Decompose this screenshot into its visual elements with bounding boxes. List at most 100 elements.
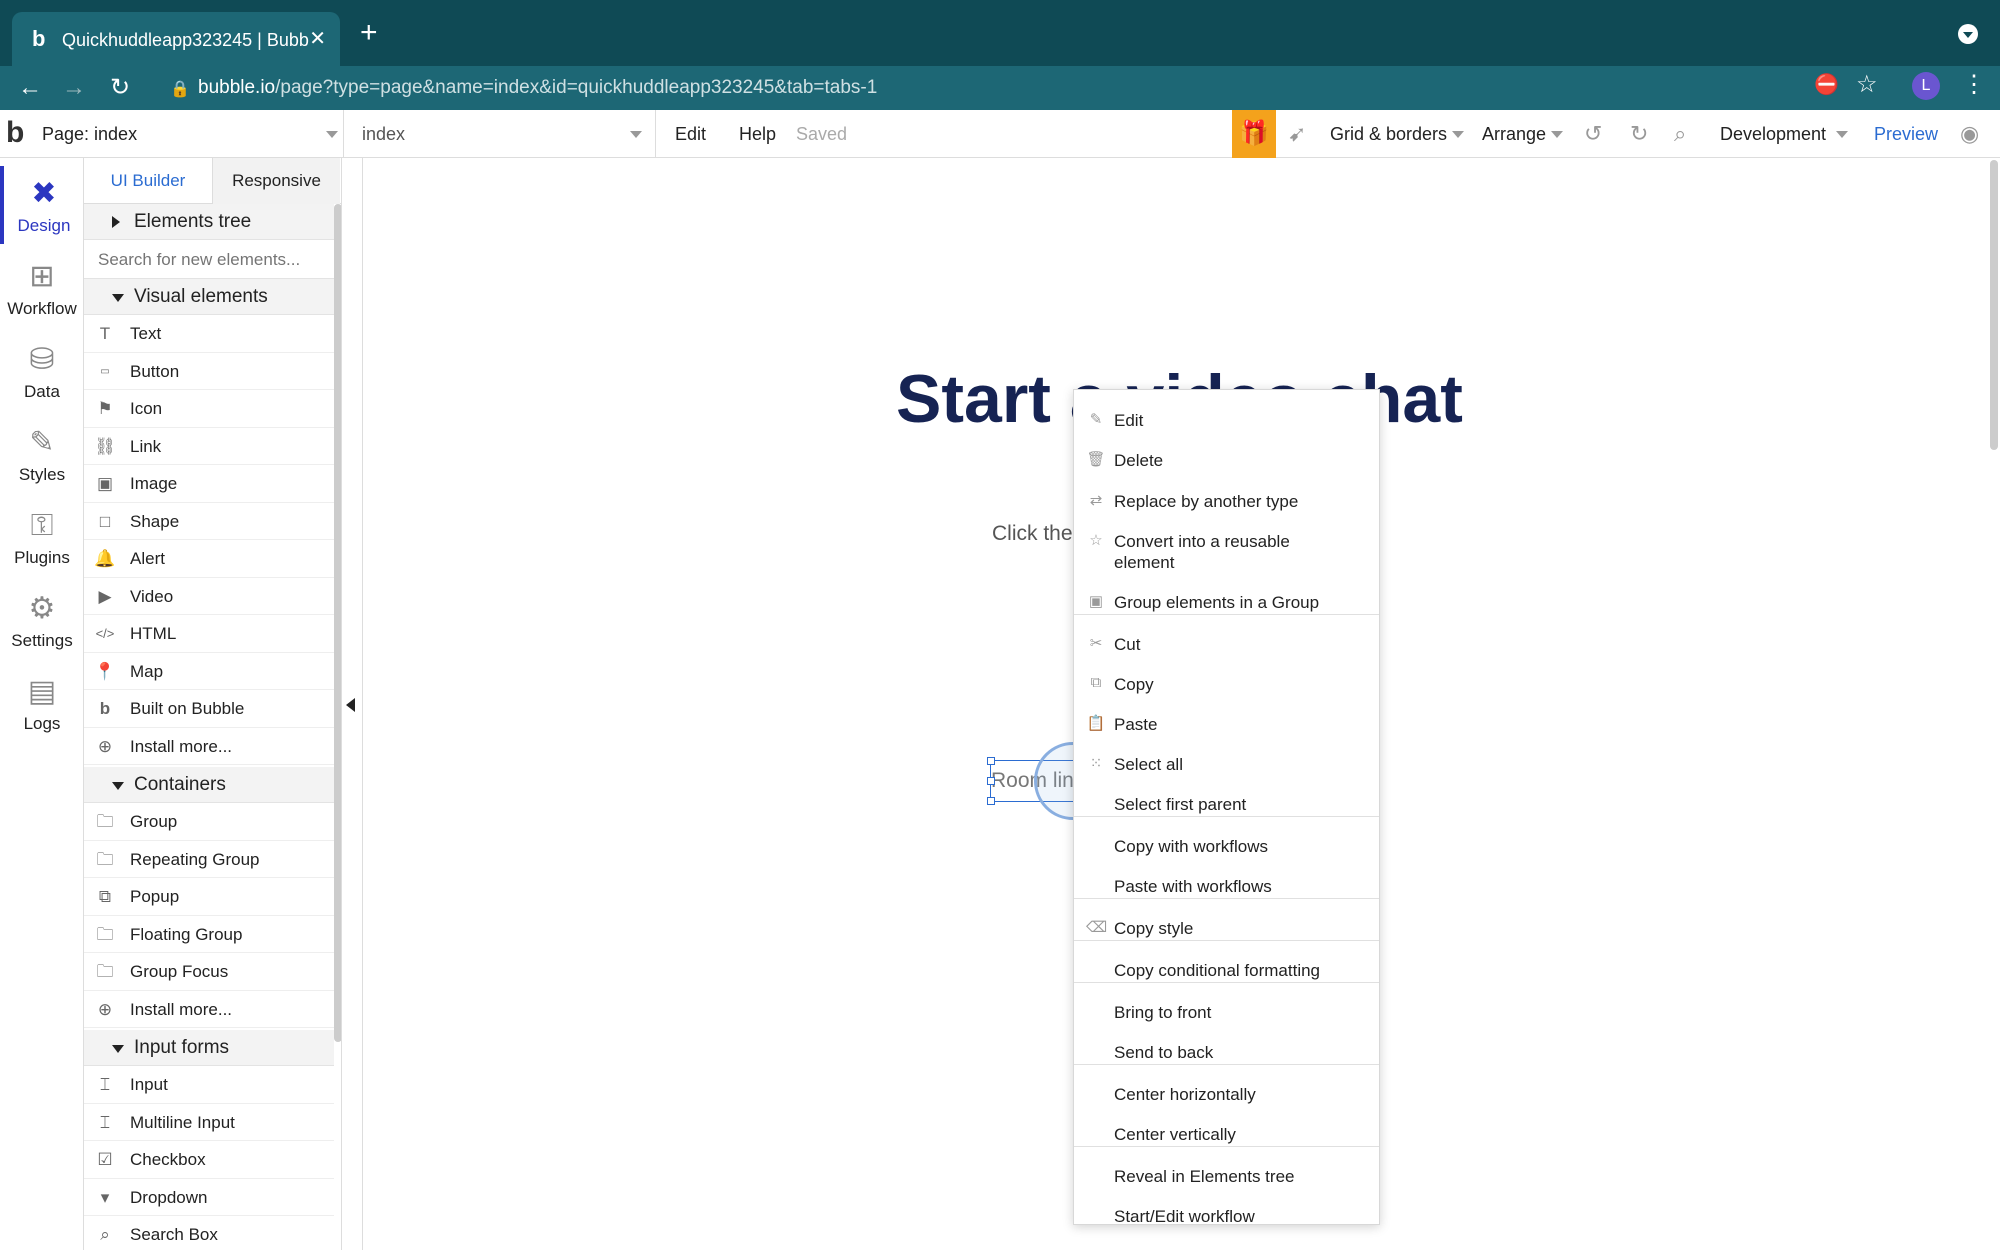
tab-ui-builder[interactable]: UI Builder [84, 158, 212, 204]
element-dropdown[interactable]: index [352, 110, 656, 158]
menu-label: Select all [1114, 755, 1183, 774]
element-label: Built on Bubble [130, 699, 245, 718]
resize-handle[interactable] [987, 797, 995, 805]
element-group-focus[interactable]: 🗀 Group Focus [84, 953, 334, 991]
element-image[interactable]: ▣ Image [84, 465, 334, 503]
element-map[interactable]: 📍 Map [84, 653, 334, 690]
element-built-on-bubble[interactable]: b Built on Bubble [84, 690, 334, 728]
new-tab-icon[interactable]: + [360, 18, 378, 48]
search-elements-input[interactable] [84, 241, 334, 279]
grid-icon: ⁙ [1089, 755, 1103, 772]
styles-icon: ✎ [29, 426, 55, 459]
input-forms-header[interactable]: Input forms [84, 1030, 334, 1066]
edit-menu[interactable]: Edit [675, 110, 706, 158]
preview-button[interactable]: Preview [1874, 110, 1938, 158]
visual-elements-header[interactable]: Visual elements [84, 279, 334, 315]
nav-data[interactable]: ⛁ Data [0, 332, 84, 410]
element-repeating-group[interactable]: 🗀 Repeating Group [84, 841, 334, 878]
hero-subtitle[interactable]: Click the [992, 522, 1073, 546]
install-more-visual[interactable]: ⊕ Install more... [84, 728, 334, 765]
panel-scrollbar[interactable] [334, 204, 341, 1042]
nav-label: Logs [23, 714, 61, 733]
url-field[interactable]: 🔒 bubble.io/page?type=page&name=index&id… [162, 72, 1862, 104]
elements-tree-toggle[interactable]: Elements tree [84, 204, 334, 240]
element-checkbox[interactable]: ☑ Checkbox [84, 1141, 334, 1179]
development-menu[interactable]: Development [1720, 110, 1826, 158]
undo-icon[interactable]: ↺ [1584, 110, 1602, 158]
nav-logs[interactable]: ▤ Logs [0, 664, 84, 742]
element-alert[interactable]: 🔔 Alert [84, 540, 334, 578]
element-input[interactable]: ⌶ Input [84, 1066, 334, 1104]
element-label: Group [130, 812, 178, 831]
element-floating-group[interactable]: 🗀 Floating Group [84, 916, 334, 953]
elements-panel: UI Builder Responsive Elements tree Visu… [84, 158, 342, 1250]
grid-borders-menu[interactable]: Grid & borders [1330, 110, 1447, 158]
pointer-icon[interactable]: ➹ [1288, 110, 1306, 158]
element-shape[interactable]: □ Shape [84, 503, 334, 540]
nav-label: Styles [18, 465, 66, 484]
trash-icon: 🗑 [1086, 451, 1106, 468]
shape-icon: □ [99, 511, 111, 531]
checkbox-icon: ☑ [97, 1150, 113, 1169]
design-icon: ✖ [31, 177, 57, 210]
close-tab-icon[interactable]: ✕ [309, 26, 326, 51]
context-menu: ✎ Edit 🗑 Delete ⇄ Replace by another type ☆… [1073, 389, 1380, 1226]
element-label: Map [130, 661, 164, 681]
nav-styles[interactable]: ✎ Styles [0, 415, 84, 493]
search-icon[interactable]: ⌕ [1674, 110, 1686, 158]
element-multiline-input[interactable]: ⌶ Multiline Input [84, 1104, 334, 1141]
tab-title: Quickhuddleapp323245 | Bubble [62, 30, 310, 50]
element-button[interactable]: ▭ Button [84, 353, 334, 390]
arrange-menu[interactable]: Arrange [1482, 110, 1546, 158]
collapse-panel-icon[interactable] [346, 698, 355, 712]
plus-circle-icon: ⊕ [97, 999, 113, 1019]
element-label: Input [130, 1075, 168, 1094]
nav-design[interactable]: ✖ Design [0, 166, 84, 244]
menu-label: Convert into a reusable [1114, 532, 1290, 551]
chevron-right-icon [112, 216, 120, 228]
nav-workflow[interactable]: ⊞ Workflow [0, 249, 84, 327]
profile-avatar[interactable]: L [1912, 72, 1940, 100]
account-icon[interactable]: ◉ [1960, 110, 1979, 158]
element-group[interactable]: 🗀 Group [84, 803, 334, 841]
canvas-scrollbar[interactable] [1990, 160, 1998, 450]
page-dropdown[interactable]: Page: index [42, 110, 344, 158]
nav-settings[interactable]: ⚙ Settings [0, 581, 84, 659]
element-icon[interactable]: ⚑ Icon [84, 390, 334, 428]
element-text[interactable]: T Text [84, 315, 334, 353]
copy-icon: ⧉ [1090, 674, 1102, 691]
plus-circle-icon: ⊕ [97, 736, 113, 756]
element-popup[interactable]: ⧉ Popup [84, 878, 334, 916]
element-html[interactable]: </> HTML [84, 615, 334, 653]
menu-divider [1074, 1064, 1379, 1065]
element-dropdown[interactable]: ▾ Dropdown [84, 1179, 334, 1216]
element-search-box[interactable]: ⌕ Search Box [84, 1216, 334, 1250]
containers-header[interactable]: Containers [84, 767, 334, 803]
nav-plugins[interactable]: ⚿ Plugins [0, 498, 84, 576]
gift-icon[interactable]: 🎁 [1232, 110, 1276, 158]
tab-search-icon[interactable] [1958, 24, 1978, 44]
forward-icon[interactable]: → [58, 72, 90, 104]
url-path: /page?type=page&name=index&id=quickhuddl… [275, 77, 878, 98]
browser-tab[interactable]: b Quickhuddleapp323245 | Bubble ✕ [12, 12, 340, 66]
element-label: Popup [130, 887, 180, 906]
resize-handle[interactable] [987, 777, 995, 785]
address-bar-row: ← → ↻ 🔒 bubble.io/page?type=page&name=in… [0, 66, 2000, 110]
element-video[interactable]: ▶ Video [84, 578, 334, 615]
element-link[interactable]: ⛓ Link [84, 428, 334, 465]
help-menu[interactable]: Help [739, 110, 776, 158]
code-icon: </> [95, 626, 115, 641]
section-label: Input forms [134, 1037, 230, 1058]
tab-responsive[interactable]: Responsive [212, 158, 340, 204]
swap-icon: ⇄ [1089, 492, 1103, 509]
install-more-containers[interactable]: ⊕ Install more... [84, 991, 334, 1028]
back-icon[interactable]: ← [14, 72, 46, 104]
extension-icon[interactable]: ⛔ [1814, 72, 1839, 96]
redo-icon[interactable]: ↻ [1630, 110, 1648, 158]
resize-handle[interactable] [987, 757, 995, 765]
flag-icon: ⚑ [97, 399, 113, 418]
bubble-logo-icon[interactable]: b [6, 116, 32, 152]
bookmark-star-icon[interactable]: ☆ [1856, 70, 1878, 99]
reload-icon[interactable]: ↻ [104, 72, 136, 104]
browser-menu-icon[interactable]: ⋮ [1962, 70, 1986, 99]
